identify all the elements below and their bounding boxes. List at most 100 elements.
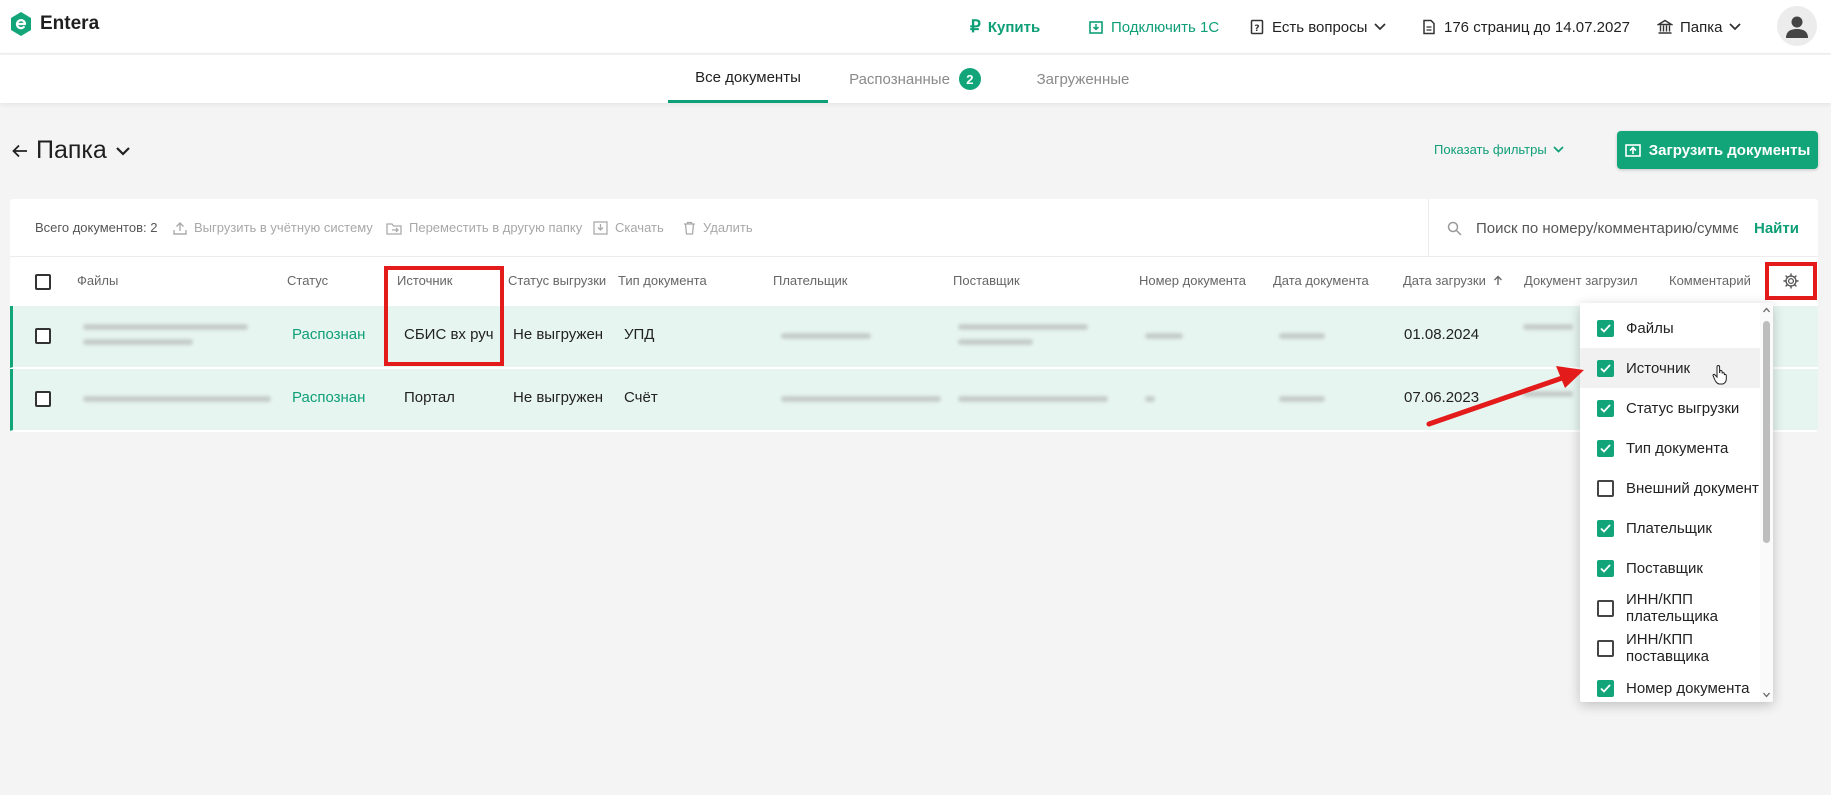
column-header-doc-type[interactable]: Тип документа [618,273,707,288]
sort-arrow-up-icon [1494,275,1503,285]
buy-link[interactable]: ₽ Купить [970,0,1040,54]
menu-item-supplier[interactable]: Поставщик [1580,548,1760,588]
checkbox-unchecked[interactable] [1597,599,1614,617]
checkbox-checked[interactable] [1597,519,1614,537]
column-header-export-status[interactable]: Статус выгрузки [508,273,606,288]
arrow-left-icon[interactable] [12,144,28,158]
folder-title[interactable]: Папка [12,136,131,165]
column-header-payer[interactable]: Плательщик [773,273,847,288]
check-icon [1600,403,1611,413]
menu-item-label: Файлы [1626,319,1674,337]
documents-toolbar: Всего документов: 2 Выгрузить в учётную … [10,199,1818,257]
scrollbar-thumb[interactable] [1763,321,1770,543]
folder-menu[interactable]: Папка [1657,0,1742,54]
column-header-uploaded-by[interactable]: Документ загрузил [1524,273,1638,288]
menu-item-label: Статус выгрузки [1626,399,1740,417]
redacted-payer [781,396,941,402]
tab-recognized[interactable]: Распознанные 2 [840,55,990,103]
column-header-status[interactable]: Статус [287,273,328,288]
check-icon [1600,683,1611,693]
scroll-down-arrow-icon[interactable] [1760,690,1773,700]
entera-logo-icon [11,12,31,36]
download-icon [593,220,608,235]
checkbox-checked[interactable] [1597,359,1614,377]
column-header-comment[interactable]: Комментарий [1669,273,1751,288]
tab-all-documents[interactable]: Все документы [668,55,828,103]
upload-documents-button[interactable]: Загрузить документы [1617,131,1818,169]
tabs-bar: Все документы Распознанные 2 Загруженные [0,55,1831,103]
download-label: Скачать [615,220,664,235]
documents-card: Всего документов: 2 Выгрузить в учётную … [10,199,1818,432]
menu-item-export-status[interactable]: Статус выгрузки [1580,388,1760,428]
checkbox-checked[interactable] [1597,679,1614,697]
menu-item-label: Тип документа [1626,439,1729,457]
total-count: Всего документов: 2 [35,220,157,235]
menu-scrollbar[interactable] [1760,303,1773,702]
redacted-doc-number [1145,333,1183,339]
redacted-supplier [958,324,1088,330]
search-icon [1447,221,1462,236]
ruble-icon: ₽ [970,17,981,36]
upload-date-cell: 01.08.2024 [1404,326,1480,343]
menu-item-label: Внешний документ [1626,479,1759,497]
connect-1c-link[interactable]: Подключить 1С [1088,0,1219,54]
tab-uploaded[interactable]: Загруженные [1028,55,1138,103]
chevron-down-icon[interactable] [115,146,131,156]
menu-item-doc-number[interactable]: Номер документа [1580,668,1760,702]
menu-item-payer-inn[interactable]: ИНН/КПП плательщика [1580,588,1760,628]
move-folder-icon [386,222,402,235]
export-button[interactable]: Выгрузить в учётную систему [173,220,373,235]
column-settings-button[interactable] [1765,262,1817,300]
column-header-upload-date[interactable]: Дата загрузки [1403,273,1503,288]
check-icon [1600,523,1611,533]
move-button[interactable]: Переместить в другую папку [386,220,582,235]
export-label: Выгрузить в учётную систему [194,220,373,235]
table-row[interactable]: Распознан СБИС вх руч Не выгружен УПД 01… [10,306,1818,368]
folder-menu-label: Папка [1680,18,1723,36]
check-icon [1600,323,1611,333]
bank-icon [1657,19,1673,34]
status-cell: Распознан [292,326,366,343]
menu-item-doc-type[interactable]: Тип документа [1580,428,1760,468]
menu-item-external-doc[interactable]: Внешний документ [1580,468,1760,508]
menu-item-supplier-inn[interactable]: ИНН/КПП поставщика [1580,628,1760,668]
menu-item-label: ИНН/КПП поставщика [1626,631,1709,665]
menu-item-files[interactable]: Файлы [1580,308,1760,348]
row-checkbox[interactable] [35,328,51,344]
checkbox-checked[interactable] [1597,439,1614,457]
avatar[interactable] [1777,6,1817,46]
upload-date-label: Дата загрузки [1403,273,1486,288]
delete-button[interactable]: Удалить [683,220,753,235]
table-row[interactable]: Распознан Портал Не выгружен Счёт 07.06.… [10,369,1818,431]
checkbox-checked[interactable] [1597,399,1614,417]
column-header-doc-number[interactable]: Номер документа [1139,273,1246,288]
trash-icon [684,221,695,235]
download-button[interactable]: Скачать [593,220,664,235]
pages-label: 176 страниц до 14.07.2027 [1444,18,1631,36]
column-header-doc-date[interactable]: Дата документа [1273,273,1369,288]
column-header-files[interactable]: Файлы [77,273,118,288]
scroll-up-arrow-icon[interactable] [1760,305,1773,315]
menu-item-source[interactable]: Источник [1580,348,1760,388]
column-visibility-menu: Файлы Источник Статус выгрузки Тип докум… [1580,303,1773,702]
chevron-down-icon [1729,23,1742,31]
questions-menu[interactable]: ? Есть вопросы [1249,0,1387,54]
find-button[interactable]: Найти [1754,220,1799,237]
select-all-checkbox[interactable] [35,274,51,290]
hand-pointer-cursor-icon [1712,365,1727,385]
checkbox-unchecked[interactable] [1597,639,1614,657]
checkbox-checked[interactable] [1597,319,1614,337]
redacted-doc-date [1279,396,1325,402]
checkbox-checked[interactable] [1597,559,1614,577]
pages-counter[interactable]: 176 страниц до 14.07.2027 [1421,0,1630,54]
menu-item-payer[interactable]: Плательщик [1580,508,1760,548]
gear-icon [1783,273,1799,289]
redacted-uploader [1523,324,1573,330]
search-input[interactable]: Поиск по номеру/комментарию/сумме [1476,220,1738,237]
menu-item-label: Плательщик [1626,519,1712,537]
checkbox-unchecked[interactable] [1597,479,1614,497]
show-filters-button[interactable]: Показать фильтры [1434,142,1564,157]
column-header-supplier[interactable]: Поставщик [953,273,1020,288]
row-checkbox[interactable] [35,391,51,407]
logo[interactable]: Entera [10,12,99,36]
